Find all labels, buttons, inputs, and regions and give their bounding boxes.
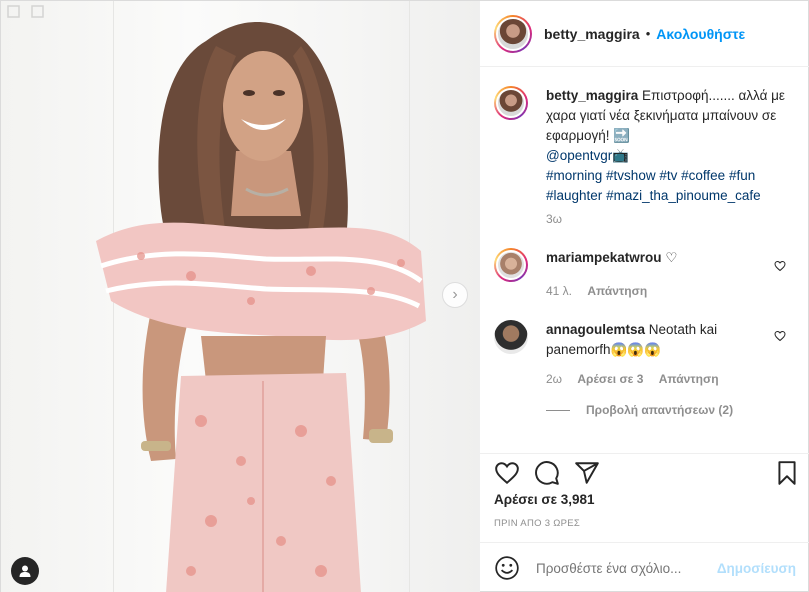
commenter-avatar[interactable]	[494, 248, 528, 282]
bookmark-icon[interactable]	[774, 460, 800, 486]
add-comment-input[interactable]	[536, 560, 717, 576]
hashtag[interactable]: #tv	[659, 168, 677, 183]
reply-button[interactable]: Απάντηση	[587, 284, 647, 298]
chevron-right-icon: ›	[452, 286, 458, 303]
post-timestamp[interactable]: ΠΡΙΝ ΑΠΟ 3 ΩΡΕΣ	[494, 518, 580, 529]
caption-mention-suffix: 📺	[612, 148, 630, 163]
user-tag-icon	[19, 565, 31, 577]
caption-avatar[interactable]	[494, 86, 528, 120]
comment: annagoulemtsa Neotath kai panemorfh😱😱😱	[494, 320, 726, 360]
caption-username[interactable]: betty_maggira	[546, 88, 638, 103]
caption-meta: 3ω	[546, 212, 574, 226]
caption-age[interactable]: 3ω	[546, 212, 562, 226]
comment-text: ♡	[665, 250, 678, 265]
user-tag-button[interactable]	[11, 557, 39, 585]
heart-icon[interactable]	[494, 460, 520, 486]
comment-likes[interactable]: Αρέσει σε 3	[577, 372, 643, 386]
comment-body: mariampekatwrou ♡	[546, 248, 677, 282]
comment-username[interactable]: mariampekatwrou	[546, 250, 662, 265]
author-avatar[interactable]	[494, 14, 532, 53]
like-comment-heart-icon[interactable]	[774, 260, 786, 272]
hashtag[interactable]: #laughter	[546, 188, 602, 203]
likes-count[interactable]: Αρέσει σε 3,981	[494, 492, 595, 507]
hashtag[interactable]: #coffee	[681, 168, 725, 183]
caption-body: betty_maggira Επιστροφή....... αλλά με χ…	[546, 86, 796, 206]
hashtag[interactable]: #morning	[546, 168, 602, 183]
comment-body: annagoulemtsa Neotath kai panemorfh😱😱😱	[546, 320, 726, 360]
separator-dot: •	[645, 26, 651, 41]
photo-subject	[96, 21, 426, 592]
follow-button[interactable]: Ακολουθήστε	[656, 26, 745, 42]
emoji-icon[interactable]	[494, 555, 520, 581]
author-username[interactable]: betty_maggira	[544, 26, 640, 42]
comment-age[interactable]: 41 λ.	[546, 284, 572, 298]
caption-mention[interactable]: @opentvgr	[546, 148, 612, 163]
multi-image-icon	[7, 5, 20, 18]
multi-image-icon	[31, 5, 44, 18]
like-comment-heart-icon[interactable]	[774, 330, 786, 342]
comment-icon[interactable]	[534, 460, 560, 486]
post-header: betty_maggira • Ακολουθήστε	[480, 1, 809, 67]
replies-line	[546, 409, 570, 411]
view-replies-label: Προβολή απαντήσεων (2)	[586, 403, 734, 417]
hashtag[interactable]: #mazi_tha_pinoume_cafe	[606, 188, 761, 203]
reply-button[interactable]: Απάντηση	[659, 372, 719, 386]
comment-username[interactable]: annagoulemtsa	[546, 322, 645, 337]
hashtag[interactable]: #tvshow	[606, 168, 656, 183]
post-actions: Αρέσει σε 3,981 ΠΡΙΝ ΑΠΟ 3 ΩΡΕΣ	[480, 453, 809, 543]
share-icon[interactable]	[574, 460, 600, 486]
comment-meta: 41 λ. Απάντηση	[546, 284, 659, 298]
comment-age[interactable]: 2ω	[546, 372, 562, 386]
view-replies-button[interactable]: Προβολή απαντήσεων (2)	[546, 403, 733, 417]
caption: betty_maggira Επιστροφή....... αλλά με χ…	[494, 86, 796, 206]
add-comment-bar: Δημοσίευση	[480, 542, 809, 592]
commenter-avatar[interactable]	[494, 320, 528, 354]
post-side-panel: betty_maggira • Ακολουθήστε betty_maggir…	[479, 1, 809, 592]
next-image-button[interactable]: ›	[442, 282, 468, 308]
comment-meta: 2ω Αρέσει σε 3 Απάντηση	[546, 372, 731, 386]
post-dialog: › betty_maggira • Ακολουθήστε betty_magg…	[0, 0, 809, 592]
hashtag[interactable]: #fun	[729, 168, 755, 183]
post-photo[interactable]: ›	[1, 1, 479, 592]
comment: mariampekatwrou ♡	[494, 248, 677, 282]
post-comment-button[interactable]: Δημοσίευση	[717, 561, 796, 576]
comments-list: betty_maggira Επιστροφή....... αλλά με χ…	[480, 68, 809, 453]
